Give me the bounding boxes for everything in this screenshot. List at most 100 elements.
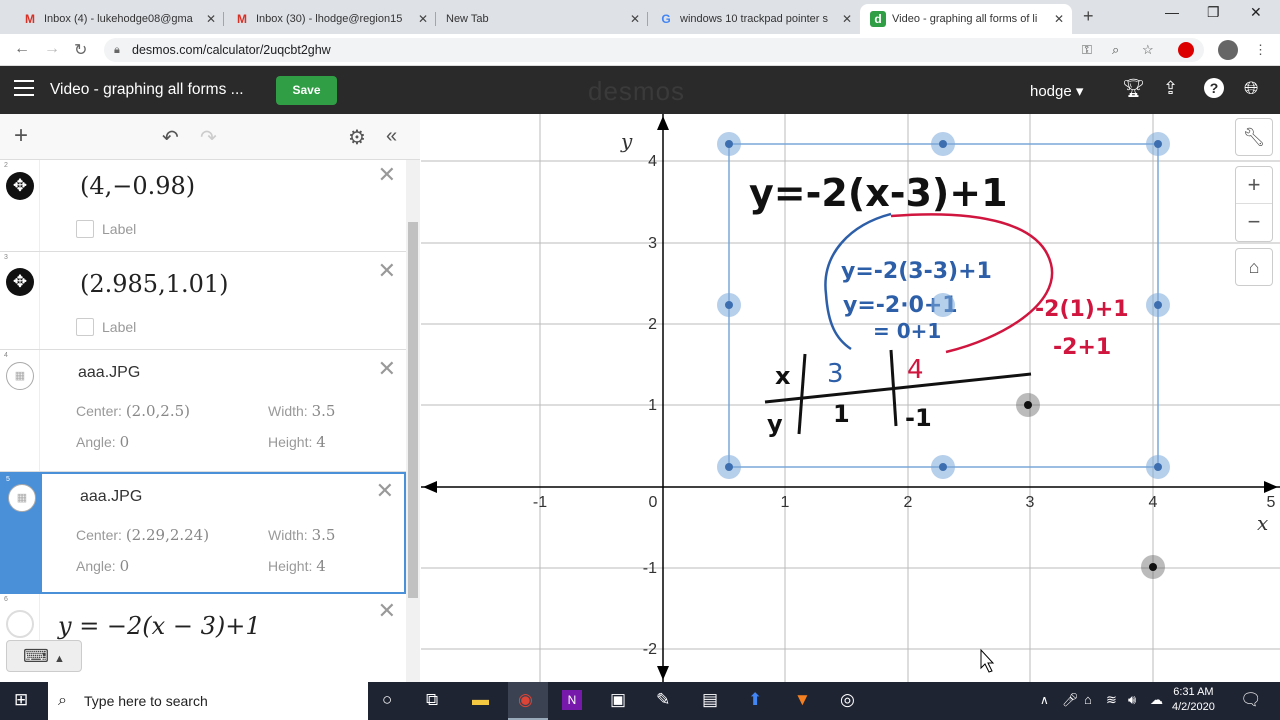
windows-start-icon[interactable]: ⊞ [14, 690, 28, 710]
browser-tab-desmos[interactable]: d Video - graphing all forms of li ✕ [860, 4, 1072, 34]
wifi-icon[interactable]: ≋ [1106, 692, 1117, 708]
label-checkbox[interactable] [76, 318, 94, 336]
extension-icon[interactable] [1178, 42, 1194, 58]
paint-icon[interactable]: ✎ [656, 690, 670, 710]
volume-icon[interactable]: 🔊︎ [1128, 692, 1136, 708]
hamburger-menu-icon[interactable] [14, 80, 34, 96]
star-icon[interactable]: ☆ [1142, 42, 1154, 58]
close-icon[interactable]: ✕ [206, 12, 216, 26]
taskbar-search[interactable]: ⌕ Type here to search [48, 682, 368, 720]
prop-value[interactable]: 3.5 [312, 526, 336, 544]
graph-svg[interactable]: -1 0 1 2 3 4 5 4 3 2 1 -1 -2 x y y=-2(x-… [421, 114, 1280, 682]
plotted-points[interactable] [1016, 393, 1165, 579]
task-view-icon[interactable]: ⧉ [426, 690, 438, 710]
trophy-icon[interactable]: 🏆︎ [1122, 78, 1145, 99]
browser-tab-google[interactable]: G windows 10 trackpad pointer s ✕ [648, 4, 860, 34]
url-input[interactable]: 🔒︎ desmos.com/calculator/2uqcbt2ghw [104, 38, 1204, 62]
delete-expression-icon[interactable]: ✕ [378, 356, 396, 382]
delete-expression-icon[interactable]: ✕ [378, 598, 396, 624]
expression-item-image[interactable]: 4 ▦ aaa.JPG Center: (2.0,2.5) Width: 3.5… [0, 350, 406, 472]
label-toggle[interactable]: Label [76, 220, 136, 238]
globe-icon[interactable]: 🌐︎ [1244, 78, 1258, 99]
prop-value[interactable]: (2.0,2.5) [126, 402, 190, 420]
upload-icon[interactable]: ⬆ [748, 690, 762, 710]
menu-icon[interactable]: ⋮ [1254, 42, 1267, 58]
keypad-toggle[interactable]: ⌨ ▲ [6, 640, 82, 672]
scrollbar-thumb[interactable] [408, 222, 418, 598]
browser-tab-gmail-1[interactable]: M Inbox (4) - lukehodge08@gma ✕ [12, 4, 224, 34]
prop-value[interactable]: 0 [120, 433, 130, 451]
expression-math[interactable]: y = −2(x − 3)+1 [58, 612, 261, 640]
graph-canvas[interactable]: -1 0 1 2 3 4 5 4 3 2 1 -1 -2 x y y=-2(x-… [421, 114, 1280, 682]
save-button[interactable]: Save [276, 76, 337, 105]
reload-icon[interactable]: ↻ [74, 40, 87, 60]
browser-tab-new[interactable]: New Tab ✕ [436, 4, 648, 34]
file-explorer-icon[interactable]: ▬ [472, 690, 489, 710]
delete-expression-icon[interactable]: ✕ [378, 162, 396, 188]
zoom-out-icon[interactable]: − [1236, 203, 1272, 240]
profile-avatar[interactable] [1218, 40, 1238, 60]
vlc-icon[interactable]: ▼ [794, 690, 811, 710]
scrollbar[interactable] [406, 160, 420, 682]
move-point-icon[interactable]: ✥ [6, 172, 34, 200]
media-icon[interactable]: ▤ [702, 690, 718, 710]
obs-icon[interactable]: ◎ [840, 690, 855, 710]
collapse-list-icon[interactable]: « [386, 125, 397, 148]
prop-value[interactable]: 0 [120, 557, 130, 575]
new-tab-icon[interactable]: + [1083, 6, 1094, 27]
user-menu[interactable]: hodge ▾ [1030, 82, 1083, 100]
cortana-icon[interactable]: ○ [382, 690, 392, 710]
image-name[interactable]: aaa.JPG [80, 488, 142, 506]
close-icon[interactable]: ✕ [630, 12, 640, 26]
notifications-icon[interactable]: 🗨︎ [1240, 690, 1262, 710]
label-toggle[interactable]: Label [76, 318, 136, 336]
undo-icon[interactable]: ↶ [162, 125, 179, 150]
add-item-icon[interactable]: + [14, 122, 28, 150]
system-clock[interactable]: 6:31 AM 4/2/2020 [1172, 685, 1215, 715]
graph-settings-wrench-icon[interactable]: 🔧︎ [1235, 118, 1273, 156]
move-point-icon[interactable]: ✥ [6, 268, 34, 296]
prop-value[interactable]: (2.29,2.24) [126, 526, 209, 544]
chrome-icon[interactable]: ◉ [518, 690, 533, 710]
image-name[interactable]: aaa.JPG [78, 364, 140, 382]
point[interactable] [1149, 563, 1157, 571]
zoom-icon[interactable]: ⌕ [1112, 42, 1119, 58]
delete-expression-icon[interactable]: ✕ [376, 478, 394, 504]
key-icon[interactable]: ⚿ [1082, 42, 1092, 58]
close-icon[interactable]: ✕ [418, 12, 428, 26]
graph-title[interactable]: Video - graphing all forms ... [50, 81, 244, 99]
expression-math[interactable]: (2.985,1.01) [80, 270, 229, 298]
back-icon[interactable]: ← [14, 40, 30, 58]
color-toggle-icon[interactable] [6, 610, 34, 638]
label-checkbox[interactable] [76, 220, 94, 238]
onenote-icon[interactable]: N [562, 690, 582, 710]
image-icon[interactable]: ▦ [8, 484, 36, 512]
network-icon[interactable]: ⌂ [1084, 692, 1092, 707]
expression-item-image-selected[interactable]: 5 ▦ aaa.JPG Center: (2.29,2.24) Width: 3… [0, 472, 406, 594]
close-icon[interactable]: ✕ [842, 12, 852, 26]
browser-tab-gmail-2[interactable]: M Inbox (30) - lhodge@region15 ✕ [224, 4, 436, 34]
prop-value[interactable]: 4 [316, 557, 326, 575]
expression-item[interactable]: 2 ✥ (4,−0.98) Label ✕ [0, 160, 406, 252]
forward-icon[interactable]: → [44, 40, 60, 58]
restore-icon[interactable]: ❐ [1207, 4, 1220, 21]
tray-chevron-icon[interactable]: ∧ [1040, 693, 1049, 707]
expression-item[interactable]: 3 ✥ (2.985,1.01) Label ✕ [0, 252, 406, 350]
point[interactable] [1024, 401, 1032, 409]
microphone-icon[interactable]: 🎤︎ [1062, 692, 1079, 708]
gear-icon[interactable]: ⚙ [348, 125, 366, 150]
share-icon[interactable]: ⇪ [1163, 78, 1178, 99]
delete-expression-icon[interactable]: ✕ [378, 258, 396, 284]
help-icon[interactable]: ? [1204, 78, 1224, 98]
prop-value[interactable]: 3.5 [312, 402, 336, 420]
expression-math[interactable]: (4,−0.98) [80, 172, 195, 200]
zoom-in-icon[interactable]: + [1236, 167, 1272, 203]
onedrive-icon[interactable]: ☁ [1150, 692, 1163, 708]
window-close-icon[interactable]: ✕ [1250, 4, 1262, 21]
prop-value[interactable]: 4 [316, 433, 326, 451]
redo-icon[interactable]: ↷ [200, 125, 217, 150]
minimize-icon[interactable]: — [1165, 4, 1179, 20]
image-icon[interactable]: ▦ [6, 362, 34, 390]
app-icon[interactable]: ▣ [610, 690, 626, 710]
home-zoom-icon[interactable]: ⌂ [1235, 248, 1273, 286]
